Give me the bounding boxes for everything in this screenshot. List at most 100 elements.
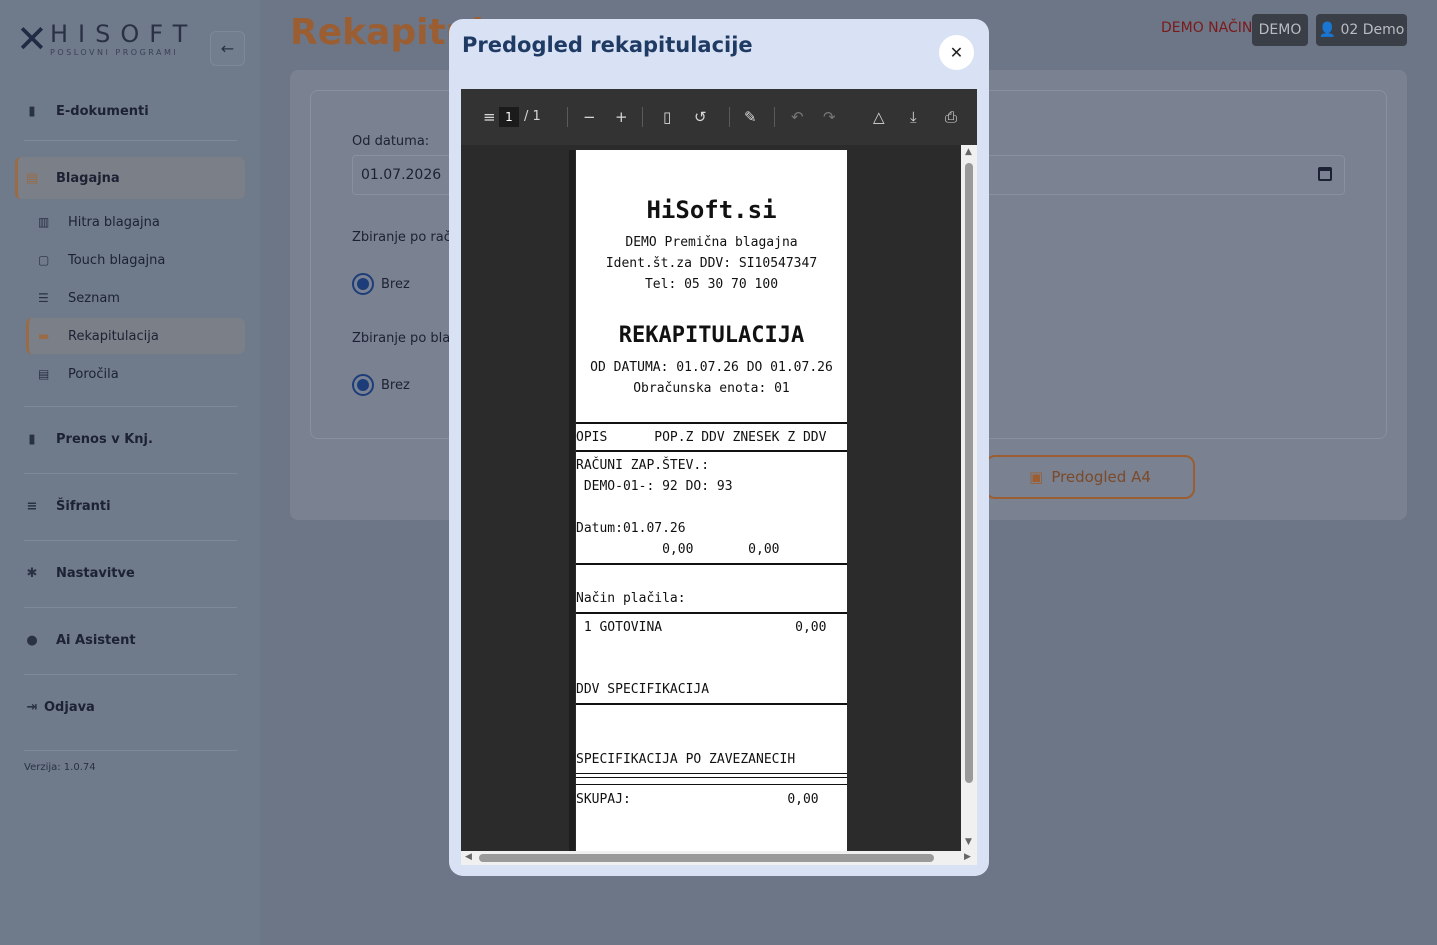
receipt-divider — [576, 773, 847, 774]
sidebar-item-label: Prenos v Knj. — [56, 431, 153, 447]
logo-mark: ✕ — [16, 17, 48, 61]
sidebar-item-ai-asistent[interactable]: ● Ai Asistent — [24, 625, 136, 655]
receipt-nacin: Način plačila: — [576, 591, 686, 606]
zbiranje-racun-radio[interactable] — [352, 273, 374, 295]
sidebar-subitem-label: Seznam — [68, 290, 120, 306]
demo-button[interactable]: DEMO — [1252, 14, 1308, 46]
divider — [24, 406, 237, 407]
annotate-icon[interactable]: ✎ — [744, 107, 757, 127]
fit-page-icon[interactable]: ▯ — [663, 107, 671, 127]
horizontal-scrollbar[interactable]: ◀ ▶ — [461, 851, 977, 865]
receipt-divider — [576, 784, 847, 785]
receipt-page: HiSoft.si DEMO Premična blagajna Ident.š… — [576, 150, 847, 851]
redo-icon[interactable]: ↷ — [823, 107, 836, 127]
arrow-left-icon: ← — [220, 39, 235, 58]
divider — [24, 473, 237, 474]
scroll-down-icon[interactable]: ▼ — [965, 837, 972, 847]
sidebar-item-sifranti[interactable]: ≡ Šifranti — [24, 491, 111, 521]
sidebar-subitem-rekapitulacija[interactable]: ▬ Rekapitulacija — [38, 322, 159, 350]
database-icon: ≡ — [26, 498, 38, 514]
vertical-scrollbar[interactable]: ▲ ▼ — [961, 145, 977, 851]
predogled-a4-button[interactable]: ▣ Predogled A4 — [985, 455, 1195, 499]
sidebar-item-blagajna[interactable]: ▤ Blagajna — [24, 163, 120, 193]
sidebar-subitem-porocila[interactable]: ▤ Poročila — [38, 360, 119, 388]
logo-subtitle: POSLOVNI PROGRAMI — [50, 48, 179, 57]
sidebar: ✕ HISOFT POSLOVNI PROGRAMI ← ▮ E-dokumen… — [0, 0, 260, 945]
vertical-scroll-thumb[interactable] — [965, 163, 973, 783]
close-button[interactable]: ✕ — [939, 35, 974, 70]
divider — [24, 750, 237, 751]
receipt-spec-zav: SPECIFIKACIJA PO ZAVEZANECIH — [576, 752, 796, 767]
zbiranje-blag-option: Brez — [381, 378, 410, 393]
collapse-sidebar-button[interactable]: ← — [210, 31, 245, 66]
sidebar-item-prenos[interactable]: ▮ Prenos v Knj. — [24, 424, 153, 454]
sidebar-subitem-hitra-blagajna[interactable]: ▥ Hitra blagajna — [38, 208, 160, 236]
receipt-line: Ident.št.za DDV: SI10547347 — [605, 256, 818, 271]
download-icon[interactable]: ⤓ — [910, 107, 917, 127]
scroll-right-icon[interactable]: ▶ — [964, 852, 971, 862]
zoom-in-icon[interactable]: + — [615, 107, 628, 127]
receipt-divider — [576, 777, 847, 778]
gear-icon: ✱ — [26, 565, 38, 581]
sidebar-item-label: Blagajna — [56, 170, 120, 186]
receipt-unit: Obračunska enota: 01 — [633, 381, 790, 396]
demo-mode-label: DEMO NAČIN — [1161, 20, 1253, 36]
sidebar-item-label: Ai Asistent — [56, 632, 136, 648]
receipt-datum: Datum:01.07.26 — [576, 521, 686, 536]
divider — [24, 674, 237, 675]
money-icon: ▬ — [38, 329, 50, 343]
version-label: Verzija: 1.0.74 — [24, 762, 96, 773]
od-datuma-label: Od datuma: — [352, 134, 430, 149]
sidebar-subitem-touch-blagajna[interactable]: ▢ Touch blagajna — [38, 246, 165, 274]
receipt-divider — [576, 422, 847, 424]
receipt-period: OD DATUMA: 01.07.26 DO 01.07.26 — [590, 360, 833, 375]
receipt-racuni: RAČUNI ZAP.ŠTEV.: — [576, 458, 710, 473]
receipt-divider — [576, 563, 847, 565]
print-icon[interactable]: ⎙ — [945, 107, 957, 127]
do-datuma-input[interactable] — [985, 155, 1345, 195]
pdf-toolbar: ≡ 1 / 1 − + ▯ ↺ ✎ ↶ ↷ △ ⤓ ⎙ — [461, 89, 977, 145]
zbiranje-racun-option: Brez — [381, 277, 410, 292]
logo-text: HISOFT — [50, 20, 198, 48]
preview-modal: Predogled rekapitulacije ✕ ≡ 1 / 1 − + ▯… — [449, 19, 989, 876]
add-drive-icon[interactable]: △ — [873, 107, 885, 127]
rotate-icon[interactable]: ↺ — [694, 107, 707, 127]
page-total: / 1 — [524, 109, 541, 124]
od-datuma-input[interactable]: 01.07.2026 — [352, 155, 462, 195]
scroll-up-icon[interactable]: ▲ — [965, 147, 972, 157]
sidebar-subitem-label: Hitra blagajna — [68, 214, 160, 230]
sidebar-item-odjava[interactable]: ⇥ Odjava — [24, 692, 95, 722]
zbiranje-racun-label: Zbiranje po raču — [352, 230, 460, 245]
sidebar-item-label: Nastavitve — [56, 565, 135, 581]
sidebar-toggle-icon[interactable]: ≡ — [483, 107, 496, 127]
receipt-divider — [576, 612, 847, 614]
divider — [24, 140, 237, 141]
zoom-out-icon[interactable]: − — [583, 107, 596, 127]
modal-title: Predogled rekapitulacije — [462, 33, 753, 57]
toolbar-separator — [642, 107, 643, 127]
pdf-icon: ▣ — [1029, 468, 1044, 486]
sidebar-subitem-label: Touch blagajna — [68, 252, 166, 268]
page-number-input[interactable]: 1 — [499, 107, 519, 127]
sidebar-subitem-label: Rekapitulacija — [68, 328, 159, 344]
user-button[interactable]: 👤 02 Demo — [1316, 14, 1407, 46]
sidebar-item-label: Šifranti — [56, 498, 111, 514]
receipt-line: DEMO Premična blagajna — [625, 235, 798, 250]
toolbar-separator — [774, 107, 775, 127]
horizontal-scroll-thumb[interactable] — [479, 854, 934, 862]
receipt-gotovina: 1 GOTOVINA 0,00 — [576, 620, 827, 635]
book-icon: ▮ — [28, 431, 36, 447]
sidebar-subitem-seznam[interactable]: ☰ Seznam — [38, 284, 120, 312]
undo-icon[interactable]: ↶ — [791, 107, 804, 127]
receipt-divider — [576, 450, 847, 452]
scroll-left-icon[interactable]: ◀ — [465, 852, 472, 862]
calendar-icon[interactable] — [1318, 167, 1332, 181]
receipt-racuni-range: DEMO-01-: 92 DO: 93 — [576, 479, 733, 494]
sidebar-item-label: Odjava — [44, 699, 95, 715]
brain-icon: ● — [26, 632, 38, 648]
receipt-columns: OPIS POP.Z DDV ZNESEK Z DDV — [576, 430, 827, 445]
sidebar-item-nastavitve[interactable]: ✱ Nastavitve — [24, 558, 135, 588]
zbiranje-blag-radio[interactable] — [352, 374, 374, 396]
sidebar-item-e-dokumenti[interactable]: ▮ E-dokumenti — [24, 96, 148, 126]
pdf-page-area: HiSoft.si DEMO Premična blagajna Ident.š… — [461, 145, 961, 851]
